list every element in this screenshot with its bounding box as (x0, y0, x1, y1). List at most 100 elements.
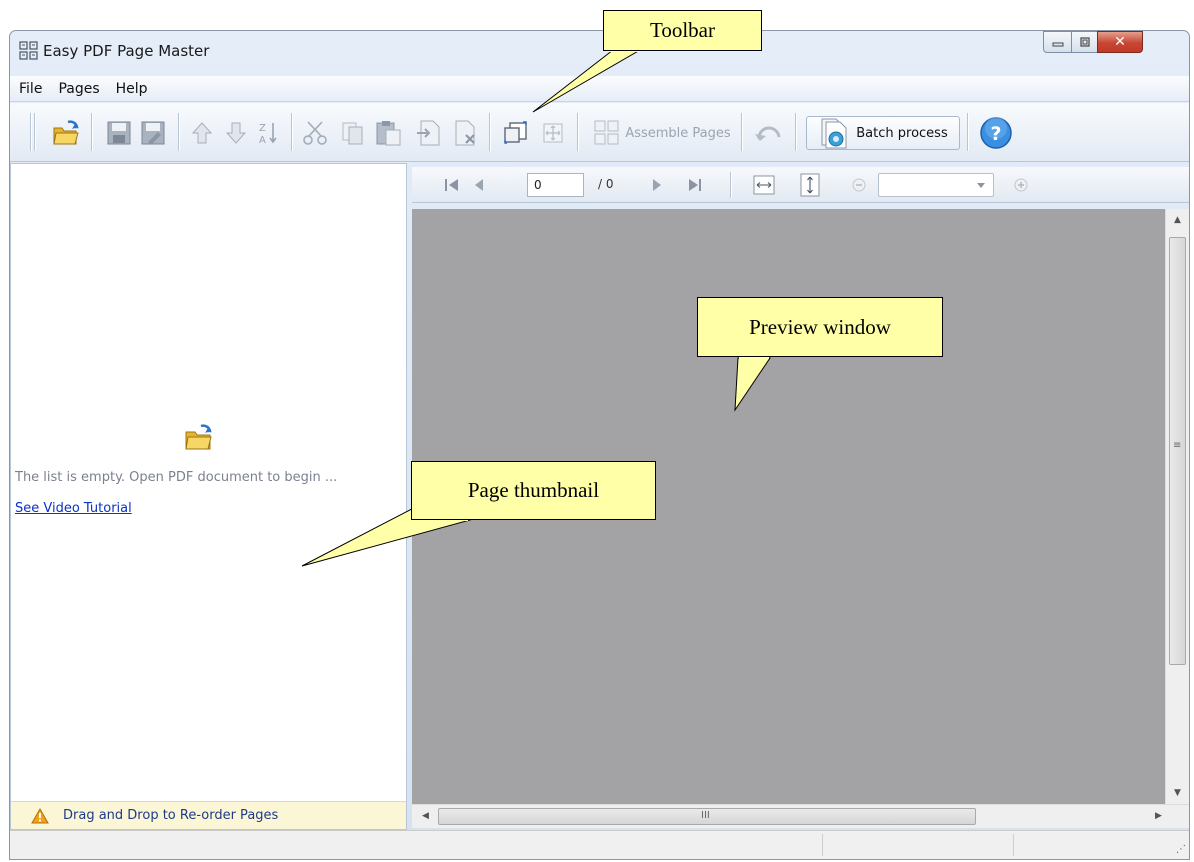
maximize-button[interactable] (1071, 31, 1098, 53)
next-page-button[interactable] (646, 173, 668, 197)
app-logo-icon (19, 41, 39, 61)
save-as-icon (141, 121, 165, 145)
delete-page-button[interactable] (450, 116, 482, 150)
close-icon: ✕ (1114, 34, 1126, 50)
warning-icon (31, 807, 49, 823)
previous-page-button[interactable] (468, 173, 490, 197)
copy-button[interactable] (338, 116, 368, 150)
maximize-icon (1079, 37, 1090, 47)
move-down-button[interactable] (222, 116, 250, 150)
save-button[interactable] (104, 116, 134, 150)
toolbar-separator (178, 113, 180, 151)
horizontal-scroll-thumb[interactable]: III (438, 808, 976, 825)
menu-file[interactable]: File (10, 81, 50, 97)
zoom-level-select[interactable] (878, 173, 994, 197)
scroll-right-icon[interactable]: ▶ (1155, 811, 1162, 821)
toolbar-separator (91, 113, 93, 151)
undo-button[interactable] (751, 116, 785, 150)
open-folder-icon (53, 120, 79, 145)
scroll-down-icon[interactable]: ▼ (1174, 788, 1181, 798)
menu-help[interactable]: Help (108, 81, 156, 97)
vertical-scrollbar[interactable]: ▲ ≡ ▼ (1165, 209, 1189, 804)
toolbar-separator (741, 113, 743, 151)
page-navigation-bar: 0 / 0 (412, 167, 1189, 203)
next-page-icon (653, 179, 661, 191)
previous-page-icon (475, 179, 483, 191)
rotate-icon (504, 121, 527, 144)
assemble-pages-icon (594, 120, 619, 145)
scroll-grip: III (701, 810, 710, 821)
arrow-down-icon (225, 122, 247, 144)
cut-button[interactable] (300, 116, 330, 150)
chevron-down-icon (977, 183, 985, 188)
toolbar-grip (34, 113, 36, 151)
drag-drop-hint: Drag and Drop to Re-order Pages (63, 808, 279, 823)
first-page-icon (445, 179, 458, 191)
sort-za-icon: Z A (259, 123, 277, 146)
toolbar: Z A Assemble Pages Batch process ? (10, 103, 1189, 162)
sort-button[interactable]: Z A (255, 116, 283, 150)
help-button[interactable]: ? (977, 116, 1015, 150)
vertical-scroll-thumb[interactable]: ≡ (1169, 237, 1186, 665)
menu-pages[interactable]: Pages (50, 81, 107, 97)
fit-height-button[interactable] (798, 173, 822, 197)
last-page-button[interactable] (682, 173, 708, 197)
copy-icon (342, 122, 363, 145)
menu-bar: File Pages Help (10, 76, 1189, 102)
title-bar[interactable]: Easy PDF Page Master ✕ (10, 31, 1189, 73)
zoom-out-icon (852, 178, 866, 192)
svg-text:Z: Z (259, 123, 266, 134)
toolbar-separator (967, 113, 969, 151)
window-title: Easy PDF Page Master (43, 42, 210, 60)
current-page-input[interactable]: 0 (527, 173, 584, 197)
first-page-button[interactable] (440, 173, 464, 197)
page-thumbnail-callout: Page thumbnail (411, 461, 656, 520)
drag-drop-hint-bar: Drag and Drop to Re-order Pages (11, 801, 406, 829)
minimize-button[interactable] (1043, 31, 1072, 53)
minimize-icon (1052, 42, 1063, 47)
fit-button[interactable] (538, 116, 568, 150)
svg-text:?: ? (990, 123, 1001, 145)
batch-process-button[interactable]: Batch process (806, 116, 960, 150)
toolbar-separator (577, 113, 579, 151)
open-button[interactable] (48, 116, 84, 150)
open-folder-icon[interactable] (184, 423, 214, 455)
page-thumbnail-panel[interactable]: The list is empty. Open PDF document to … (10, 163, 407, 830)
scroll-up-icon[interactable]: ▲ (1174, 215, 1181, 225)
scroll-grip: ≡ (1173, 440, 1182, 451)
preview-window-callout: Preview window (697, 297, 943, 357)
close-button[interactable]: ✕ (1097, 31, 1143, 53)
app-window: Easy PDF Page Master ✕ File Pages Help Z… (9, 30, 1190, 860)
empty-list-message: The list is empty. Open PDF document to … (15, 470, 338, 485)
scissors-icon (303, 121, 327, 145)
zoom-out-button[interactable] (848, 173, 870, 197)
svg-text:A: A (259, 135, 266, 146)
insert-page-button[interactable] (413, 116, 445, 150)
assemble-pages-button[interactable]: Assemble Pages (587, 116, 737, 150)
horizontal-scrollbar[interactable]: ◀ III ▶ (412, 804, 1189, 828)
arrow-up-icon (191, 122, 213, 144)
undo-icon (755, 126, 781, 141)
assemble-pages-label: Assemble Pages (625, 125, 731, 141)
status-divider (1013, 834, 1014, 856)
batch-process-icon (821, 118, 847, 149)
resize-grip-icon[interactable]: ⋰ (1176, 844, 1186, 855)
save-as-button[interactable] (138, 116, 168, 150)
fit-width-icon (753, 175, 775, 195)
video-tutorial-link[interactable]: See Video Tutorial (15, 501, 132, 516)
nav-separator (730, 172, 732, 198)
rotate-button[interactable] (500, 116, 532, 150)
save-icon (107, 121, 131, 145)
toolbar-separator (489, 113, 491, 151)
scroll-left-icon[interactable]: ◀ (422, 811, 429, 821)
batch-process-label: Batch process (856, 125, 948, 141)
paste-icon (376, 121, 401, 146)
zoom-in-button[interactable] (1010, 173, 1032, 197)
status-bar: ⋰ (10, 830, 1189, 859)
paste-button[interactable] (373, 116, 405, 150)
status-divider (822, 834, 823, 856)
zoom-in-icon (1014, 178, 1028, 192)
fit-width-button[interactable] (752, 173, 776, 197)
move-up-button[interactable] (188, 116, 216, 150)
help-icon: ? (980, 117, 1012, 149)
